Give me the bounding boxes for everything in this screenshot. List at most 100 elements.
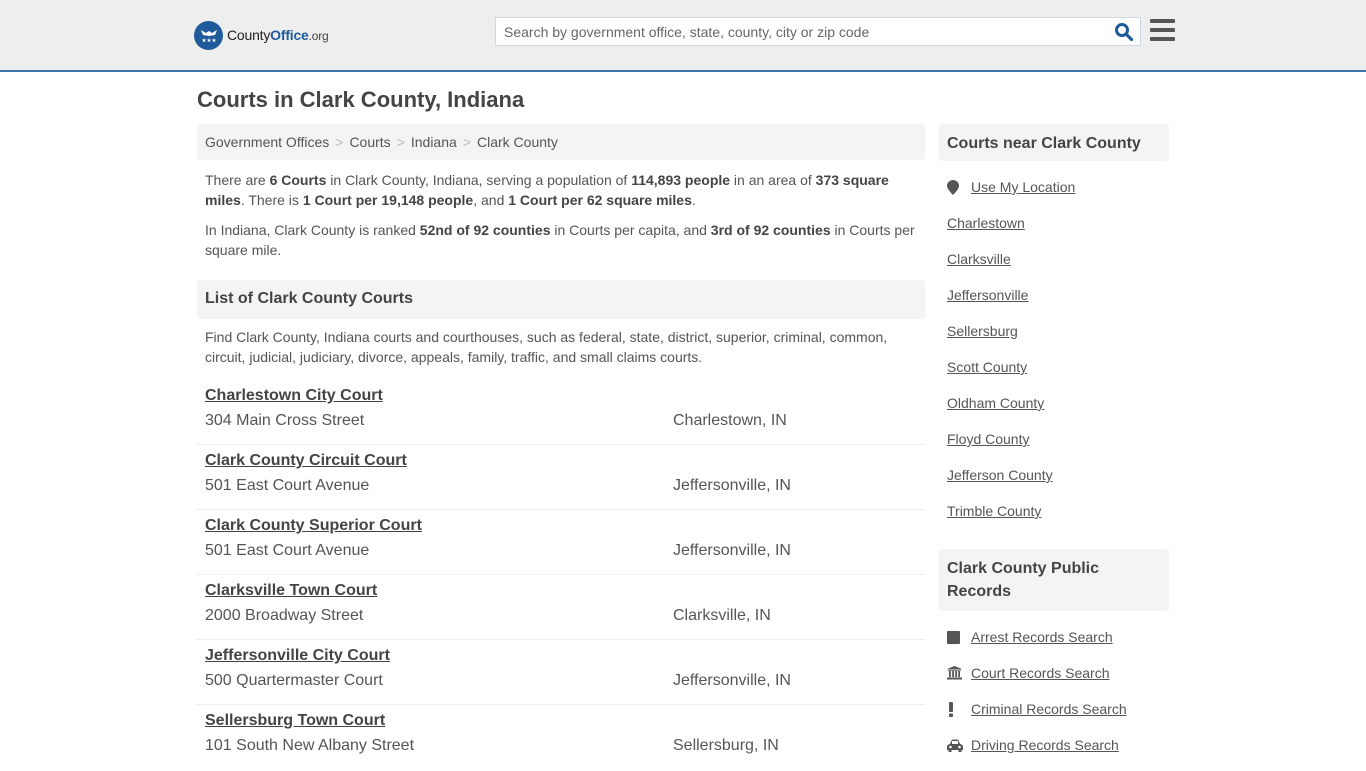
breadcrumb-separator: > <box>462 134 471 150</box>
nearby-link-item: Charlestown <box>947 213 1167 249</box>
court-list-item: Clark County Circuit Court 501 East Cour… <box>197 445 925 510</box>
court-address: 2000 Broadway Street <box>205 607 364 624</box>
records-link-item: Court Records Search <box>947 663 1167 699</box>
site-header: CountyOffice.org <box>0 0 1366 72</box>
driving-records-link[interactable]: Driving Records Search <box>971 737 1119 753</box>
search-icon <box>1115 23 1134 42</box>
text: In Indiana, Clark County is ranked <box>205 222 420 238</box>
courthouse-icon <box>947 665 971 681</box>
nearby-charlestown-link[interactable]: Charlestown <box>947 215 1025 231</box>
text: in Courts per capita, and <box>550 222 711 238</box>
logo-tld: .org <box>308 29 329 43</box>
exclamation-icon <box>947 701 971 717</box>
breadcrumb-government-offices[interactable]: Government Offices <box>205 134 329 150</box>
criminal-records-link[interactable]: Criminal Records Search <box>971 701 1127 717</box>
court-city: Charlestown, IN <box>673 412 787 429</box>
court-name-link[interactable]: Jeffersonville City Court <box>205 647 390 665</box>
text: . <box>691 192 696 208</box>
breadcrumb-separator: > <box>335 134 344 150</box>
courts-near-heading: Courts near Clark County <box>939 124 1169 161</box>
court-list-item: Clarksville Town Court 2000 Broadway Str… <box>197 575 925 640</box>
use-my-location-item: Use My Location <box>947 177 1167 213</box>
courts-list: Charlestown City Court 304 Main Cross St… <box>197 380 925 770</box>
breadcrumb: Government Offices > Courts > Indiana > Clark … <box>197 124 925 160</box>
nearby-trimble-county-link[interactable]: Trimble County <box>947 503 1041 519</box>
court-list-item: Jeffersonville City Court 500 Quartermas… <box>197 640 925 705</box>
breadcrumb-courts[interactable]: Courts <box>349 134 390 150</box>
court-name-link[interactable]: Sellersburg Town Court <box>205 712 385 730</box>
use-my-location-link[interactable]: Use My Location <box>971 179 1075 195</box>
nearby-scott-county-link[interactable]: Scott County <box>947 359 1027 375</box>
court-name-link[interactable]: Clark County Superior Court <box>205 517 422 535</box>
nearby-jefferson-county-link[interactable]: Jefferson County <box>947 467 1053 483</box>
logo-accent: Office <box>270 27 309 43</box>
map-marker-icon <box>947 179 971 195</box>
text: There are <box>205 172 270 188</box>
ranking-paragraph: In Indiana, Clark County is ranked 52nd … <box>205 220 920 260</box>
search-bar <box>495 17 1141 46</box>
court-address: 501 East Court Avenue <box>205 477 370 494</box>
court-records-link[interactable]: Court Records Search <box>971 665 1110 681</box>
rank-per-area: 3rd of 92 counties <box>710 222 831 238</box>
search-input[interactable] <box>496 18 1106 45</box>
nearby-link-item: Oldham County <box>947 393 1167 429</box>
breadcrumb-separator: > <box>396 134 405 150</box>
court-city: Jeffersonville, IN <box>673 542 791 559</box>
courts-list-description: Find Clark County, Indiana courts and co… <box>205 329 888 365</box>
courts-list-heading: List of Clark County Courts <box>197 280 925 319</box>
court-name-link[interactable]: Clark County Circuit Court <box>205 452 407 470</box>
court-city: Sellersburg, IN <box>673 737 779 754</box>
car-icon <box>947 737 971 753</box>
court-address: 500 Quartermaster Court <box>205 672 383 689</box>
nearby-link-item: Jefferson County <box>947 465 1167 501</box>
nearby-link-item: Clarksville <box>947 249 1167 285</box>
hamburger-menu-button[interactable] <box>1150 19 1175 42</box>
nearby-sellersburg-link[interactable]: Sellersburg <box>947 323 1018 339</box>
nearby-link-item: Sellersburg <box>947 321 1167 357</box>
breadcrumb-clark-county: Clark County <box>476 134 558 150</box>
records-link-item: Driving Records Search <box>947 735 1167 771</box>
public-records-list: Arrest Records Search Court Records Sear… <box>947 627 1167 771</box>
text: in an area of <box>730 172 816 188</box>
court-count: 6 Courts <box>269 172 327 188</box>
records-link-item: Criminal Records Search <box>947 699 1167 735</box>
public-records-heading: Clark County Public Records <box>939 549 1169 611</box>
logo-name: County <box>227 27 271 43</box>
text: , and <box>473 192 509 208</box>
court-name-link[interactable]: Clarksville Town Court <box>205 582 377 600</box>
arrest-records-link[interactable]: Arrest Records Search <box>971 629 1113 645</box>
logo-wordmark: CountyOffice.org <box>227 27 329 43</box>
court-city: Clarksville, IN <box>673 607 771 624</box>
nearby-floyd-county-link[interactable]: Floyd County <box>947 431 1029 447</box>
search-button[interactable] <box>1114 22 1134 42</box>
courts-near-list: Use My Location Charlestown Clarksville … <box>947 177 1167 537</box>
court-address: 101 South New Albany Street <box>205 737 415 754</box>
court-city: Jeffersonville, IN <box>673 477 791 494</box>
records-link-item: Arrest Records Search <box>947 627 1167 663</box>
court-name-link[interactable]: Charlestown City Court <box>205 387 383 405</box>
nearby-link-item: Trimble County <box>947 501 1167 537</box>
rank-per-capita: 52nd of 92 counties <box>419 222 551 238</box>
intro-summary: There are 6 Courts in Clark County, Indi… <box>205 170 920 270</box>
court-address: 501 East Court Avenue <box>205 542 370 559</box>
nearby-oldham-county-link[interactable]: Oldham County <box>947 395 1044 411</box>
court-list-item: Charlestown City Court 304 Main Cross St… <box>197 380 925 445</box>
nearby-link-item: Jeffersonville <box>947 285 1167 321</box>
population: 114,893 people <box>631 172 731 188</box>
nearby-clarksville-link[interactable]: Clarksville <box>947 251 1011 267</box>
nearby-jeffersonville-link[interactable]: Jeffersonville <box>947 287 1028 303</box>
text: in Clark County, Indiana, serving a popu… <box>326 172 632 188</box>
courts-per-area: 1 Court per 62 square miles <box>508 192 692 208</box>
page-title: Courts in Clark County, Indiana <box>197 87 525 112</box>
courts-per-capita: 1 Court per 19,148 people <box>302 192 474 208</box>
court-city: Jeffersonville, IN <box>673 672 791 689</box>
site-logo[interactable]: CountyOffice.org <box>194 20 329 50</box>
summary-paragraph: There are 6 Courts in Clark County, Indi… <box>205 170 920 210</box>
menu-bar-icon <box>1150 19 1175 23</box>
eagle-stars-logo-icon <box>194 20 223 50</box>
court-list-item: Sellersburg Town Court 101 South New Alb… <box>197 705 925 770</box>
breadcrumb-indiana[interactable]: Indiana <box>411 134 457 150</box>
menu-bar-icon <box>1150 28 1175 32</box>
square-icon <box>947 629 971 645</box>
nearby-link-item: Scott County <box>947 357 1167 393</box>
